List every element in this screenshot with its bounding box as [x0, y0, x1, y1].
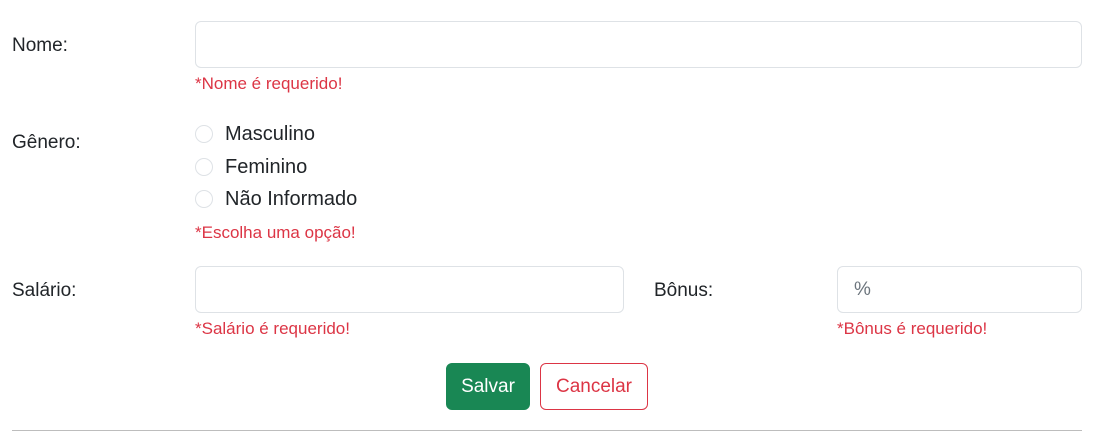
- nome-label: Nome:: [12, 35, 68, 56]
- radio-label-feminino: Feminino: [225, 156, 308, 178]
- employee-form: Nome: *Nome é requerido! Gênero: Masculi…: [0, 0, 1099, 443]
- salario-label: Salário:: [12, 280, 77, 301]
- bottom-divider: [12, 430, 1082, 431]
- radio-label-masculino: Masculino: [225, 123, 316, 145]
- bonus-label: Bônus:: [654, 280, 714, 301]
- genero-error: *Escolha uma opção!: [195, 223, 356, 242]
- radio-button-masculino[interactable]: [195, 125, 213, 143]
- radio-button-nao-informado[interactable]: [195, 190, 213, 208]
- genero-label: Gênero:: [12, 132, 81, 153]
- nome-error: *Nome é requerido!: [195, 74, 343, 93]
- radio-option-nao-informado[interactable]: Não Informado: [195, 187, 357, 211]
- bonus-input[interactable]: [837, 266, 1082, 313]
- nome-input[interactable]: [195, 21, 1082, 68]
- salario-error: *Salário é requerido!: [195, 319, 350, 338]
- radio-option-masculino[interactable]: Masculino: [195, 122, 315, 146]
- radio-button-feminino[interactable]: [195, 158, 213, 176]
- radio-label-nao-informado: Não Informado: [225, 188, 358, 210]
- bonus-error: *Bônus é requerido!: [837, 319, 988, 338]
- cancel-button[interactable]: Cancelar: [540, 363, 648, 410]
- save-button[interactable]: Salvar: [446, 363, 530, 410]
- radio-option-feminino[interactable]: Feminino: [195, 155, 307, 179]
- salario-input[interactable]: [195, 266, 624, 313]
